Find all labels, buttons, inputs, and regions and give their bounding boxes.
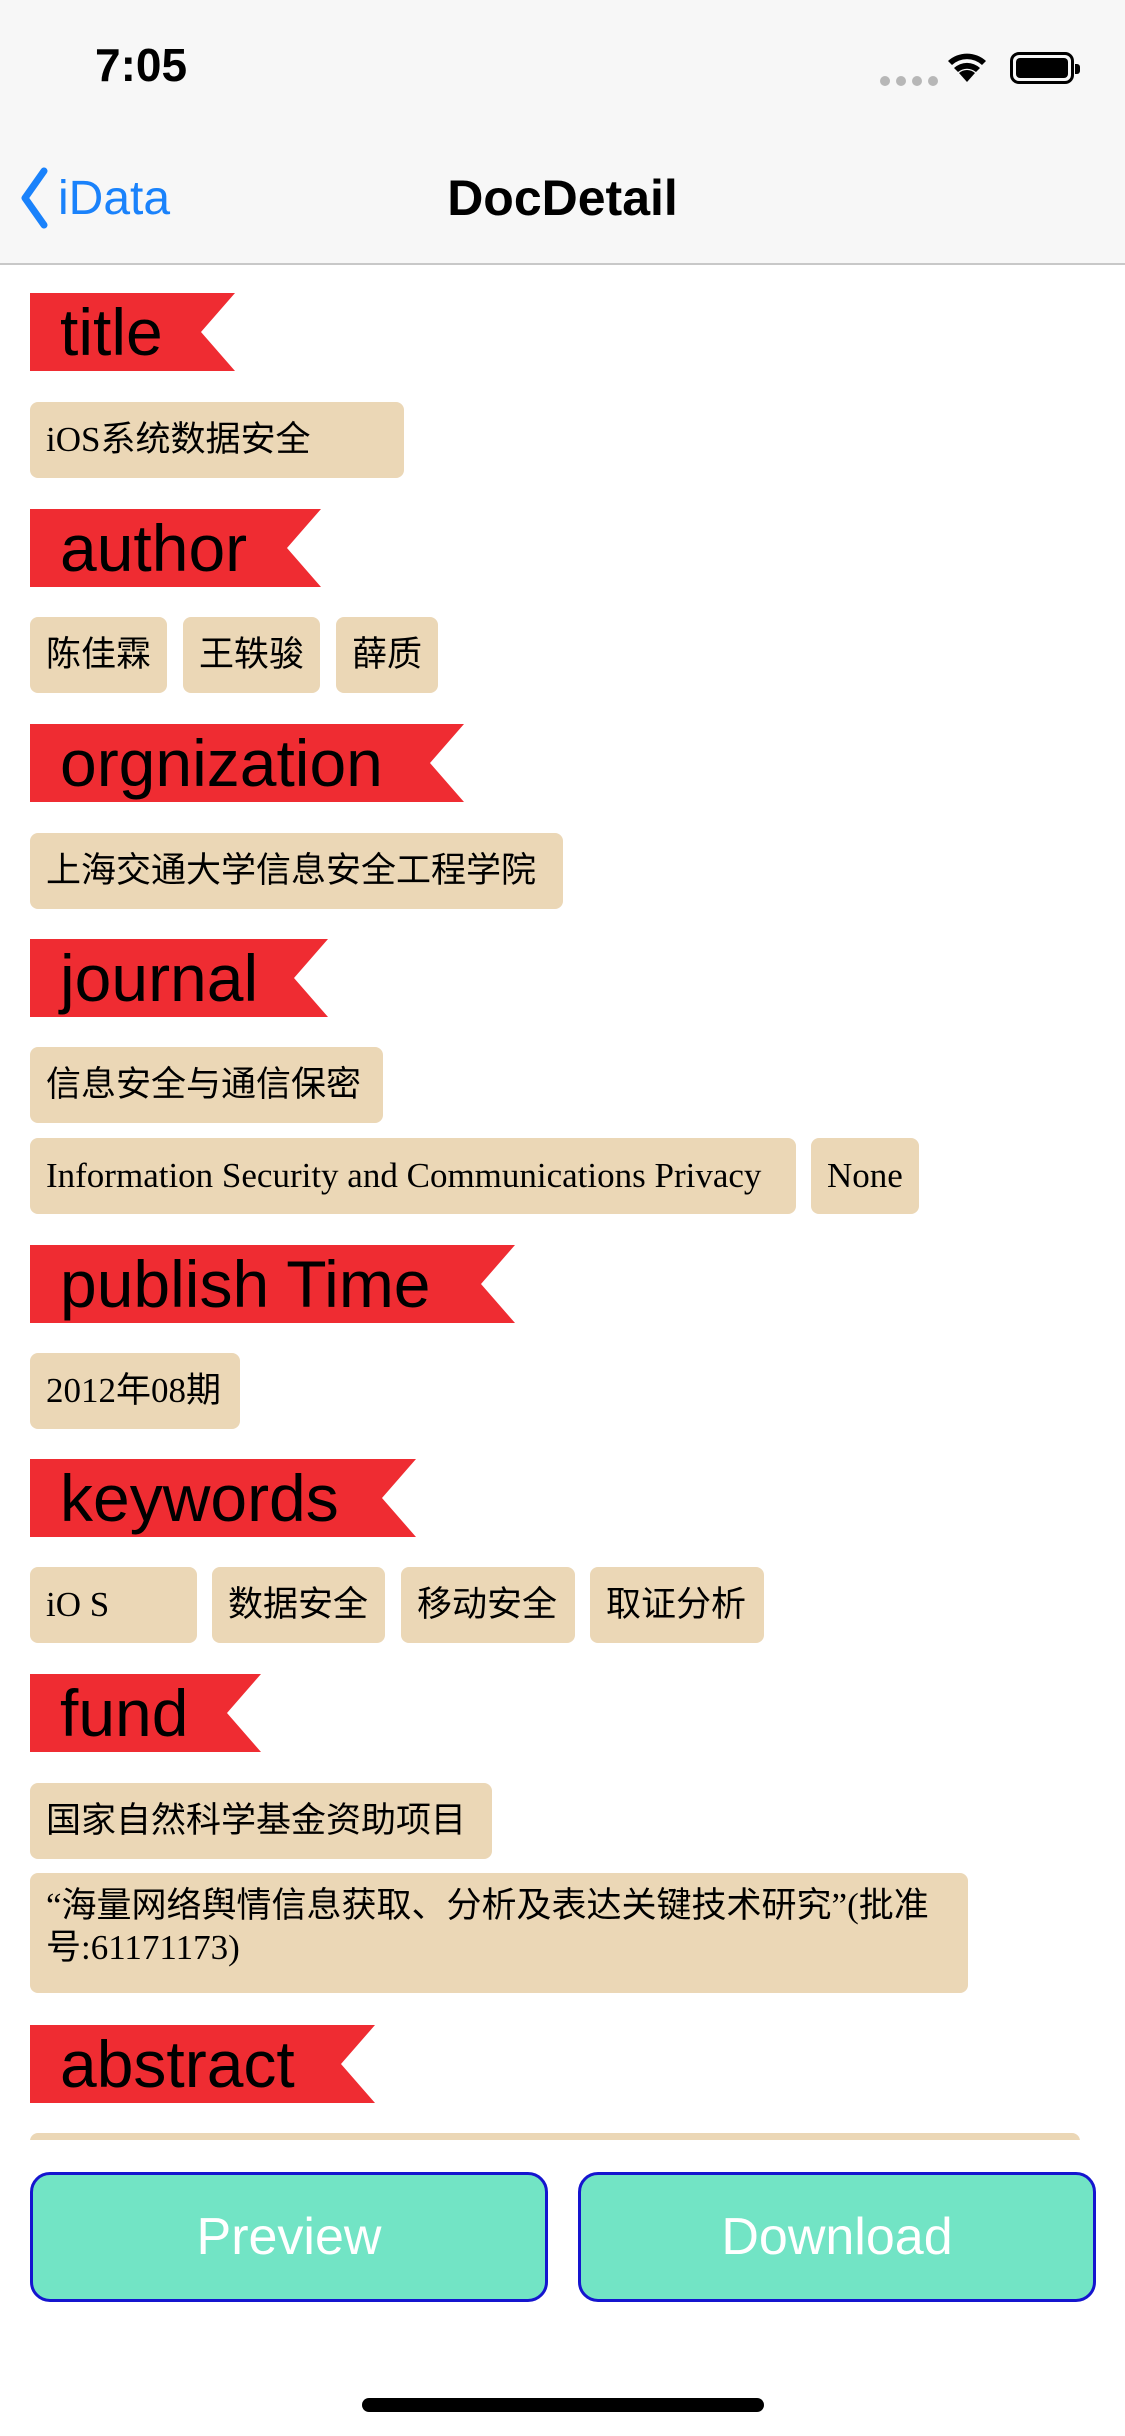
journal-chinese-name: 信息安全与通信保密 bbox=[30, 1047, 383, 1123]
keyword-chip: 数据安全 bbox=[212, 1567, 385, 1643]
author-chip: 薛质 bbox=[336, 617, 438, 693]
author-chip: 王轶骏 bbox=[183, 617, 320, 693]
wifi-icon bbox=[948, 53, 986, 82]
title-value: iOS系统数据安全 bbox=[30, 402, 404, 478]
section-heading-journal: journal bbox=[30, 939, 328, 1017]
keyword-chip: iO S bbox=[30, 1567, 197, 1643]
download-button[interactable]: Download bbox=[578, 2172, 1096, 2302]
section-heading-organization: orgnization bbox=[30, 724, 464, 802]
abstract-value bbox=[30, 2133, 1080, 2140]
fund-value: 国家自然科学基金资助项目 bbox=[30, 1783, 492, 1859]
fund-project-value: “海量网络舆情信息获取、分析及表达关键技术研究”(批准号:61171173) bbox=[30, 1873, 968, 1993]
journal-english-name: Information Security and Communications … bbox=[30, 1138, 796, 1214]
battery-icon bbox=[1010, 52, 1080, 84]
organization-value: 上海交通大学信息安全工程学院 bbox=[30, 833, 563, 909]
home-indicator[interactable] bbox=[362, 2398, 764, 2412]
keyword-chip: 移动安全 bbox=[401, 1567, 575, 1643]
status-bar: 7:05 bbox=[0, 0, 1125, 132]
page-title: DocDetail bbox=[447, 170, 678, 226]
section-heading-author: author bbox=[30, 509, 321, 587]
status-time: 7:05 bbox=[95, 39, 188, 91]
section-heading-title: title bbox=[30, 293, 235, 371]
preview-button[interactable]: Preview bbox=[30, 2172, 548, 2302]
section-heading-abstract: abstract bbox=[30, 2025, 375, 2103]
section-heading-publish-time: publish Time bbox=[30, 1245, 515, 1323]
cellular-signal-icon bbox=[880, 76, 938, 86]
author-chip: 陈佳霖 bbox=[30, 617, 167, 693]
navigation-bar: iData DocDetail bbox=[0, 132, 1125, 265]
section-heading-fund: fund bbox=[30, 1674, 261, 1752]
doc-detail-content[interactable]: title iOS系统数据安全 author 陈佳霖 王轶骏 薛质 orgniz… bbox=[0, 265, 1125, 2140]
keyword-chip: 取证分析 bbox=[590, 1567, 764, 1643]
publish-time-value: 2012年08期 bbox=[30, 1353, 240, 1429]
section-heading-keywords: keywords bbox=[30, 1459, 416, 1537]
journal-extra-value: None bbox=[811, 1138, 919, 1214]
